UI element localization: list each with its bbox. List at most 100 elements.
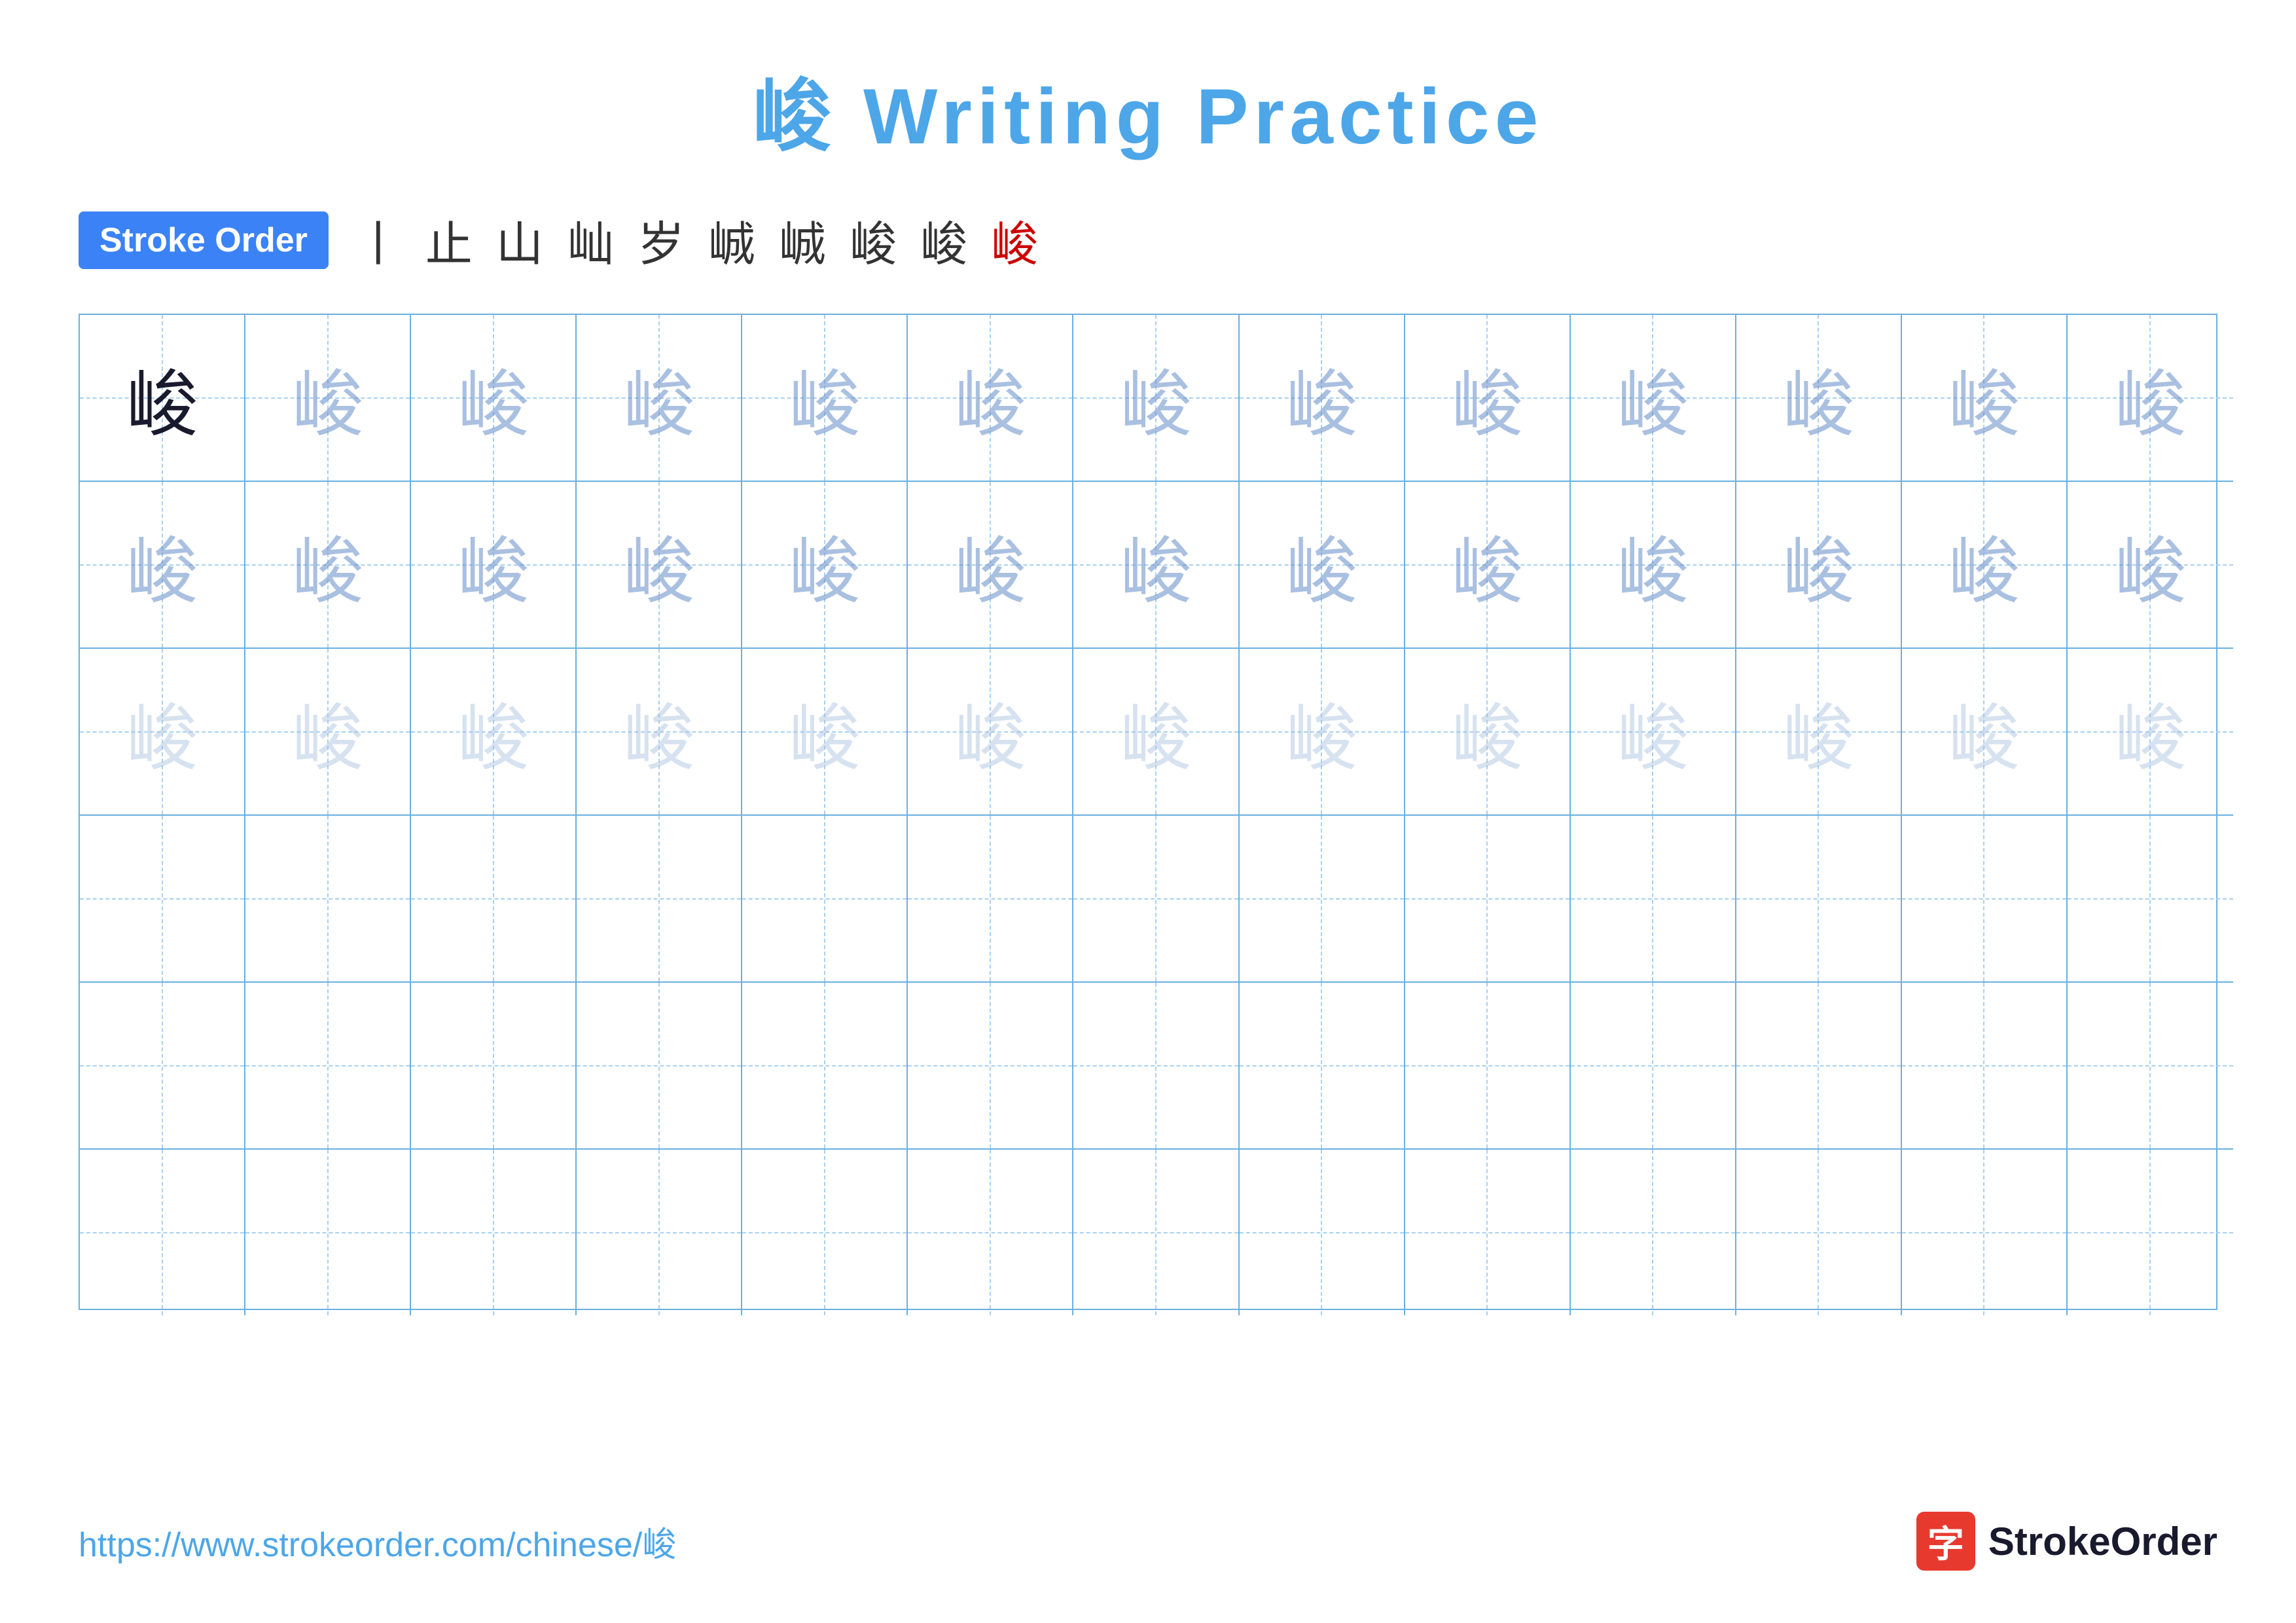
grid-cell-r5-c11[interactable] (1736, 983, 1902, 1148)
grid-cell-r6-c1[interactable] (80, 1150, 245, 1315)
grid-cell-r5-c1[interactable] (80, 983, 245, 1148)
stroke-order-badge: Stroke Order (79, 211, 329, 269)
grid-cell-r3-c11[interactable]: 峻 (1736, 649, 1902, 814)
grid-cell-r1-c1[interactable]: 峻 (80, 315, 245, 481)
grid-cell-r3-c8[interactable]: 峻 (1240, 649, 1405, 814)
grid-row-1: 峻 峻 峻 峻 峻 峻 峻 峻 峻 峻 峻 峻 峻 (80, 315, 2233, 482)
grid-cell-r6-c5[interactable] (742, 1150, 908, 1315)
grid-cell-r4-c5[interactable] (742, 816, 908, 981)
practice-grid: 峻 峻 峻 峻 峻 峻 峻 峻 峻 峻 峻 峻 峻 峻 峻 峻 峻 峻 峻 峻 … (79, 314, 2217, 1310)
grid-cell-r4-c9[interactable] (1405, 816, 1571, 981)
grid-cell-r6-c10[interactable] (1571, 1150, 1736, 1315)
grid-cell-r3-c13[interactable]: 峻 (2068, 649, 2233, 814)
grid-cell-r1-c2[interactable]: 峻 (245, 315, 411, 481)
grid-cell-r5-c7[interactable] (1073, 983, 1239, 1148)
strokeorder-logo-text: StrokeOrder (1988, 1519, 2217, 1564)
grid-cell-r2-c4[interactable]: 峻 (577, 482, 742, 647)
grid-cell-r4-c10[interactable] (1571, 816, 1736, 981)
grid-cell-r6-c12[interactable] (1902, 1150, 2068, 1315)
title-text: Writing Practice (836, 73, 1544, 160)
grid-cell-r6-c6[interactable] (908, 1150, 1073, 1315)
grid-cell-r5-c12[interactable] (1902, 983, 2068, 1148)
grid-cell-r1-c8[interactable]: 峻 (1240, 315, 1405, 481)
grid-cell-r4-c6[interactable] (908, 816, 1073, 981)
grid-cell-r1-c3[interactable]: 峻 (411, 315, 577, 481)
grid-cell-r6-c13[interactable] (2068, 1150, 2233, 1315)
grid-cell-r3-c7[interactable]: 峻 (1073, 649, 1239, 814)
grid-cell-r1-c13[interactable]: 峻 (2068, 315, 2233, 481)
grid-cell-r5-c4[interactable] (577, 983, 742, 1148)
grid-cell-r2-c13[interactable]: 峻 (2068, 482, 2233, 647)
grid-cell-r6-c7[interactable] (1073, 1150, 1239, 1315)
grid-cell-r1-c10[interactable]: 峻 (1571, 315, 1736, 481)
grid-cell-r2-c11[interactable]: 峻 (1736, 482, 1902, 647)
grid-cell-r2-c9[interactable]: 峻 (1405, 482, 1571, 647)
grid-cell-r5-c3[interactable] (411, 983, 577, 1148)
stroke-step-10: 峻 (991, 206, 1038, 274)
grid-cell-r1-c4[interactable]: 峻 (577, 315, 742, 481)
char-solid: 峻 (126, 346, 198, 450)
grid-row-2: 峻 峻 峻 峻 峻 峻 峻 峻 峻 峻 峻 峻 峻 (80, 482, 2233, 649)
footer-url[interactable]: https://www.strokeorder.com/chinese/峻 (79, 1517, 676, 1566)
grid-cell-r2-c1[interactable]: 峻 (80, 482, 245, 647)
grid-cell-r6-c3[interactable] (411, 1150, 577, 1315)
grid-cell-r5-c13[interactable] (2068, 983, 2233, 1148)
grid-cell-r2-c2[interactable]: 峻 (245, 482, 411, 647)
grid-cell-r3-c12[interactable]: 峻 (1902, 649, 2068, 814)
grid-cell-r2-c6[interactable]: 峻 (908, 482, 1073, 647)
grid-cell-r6-c2[interactable] (245, 1150, 411, 1315)
grid-cell-r2-c3[interactable]: 峻 (411, 482, 577, 647)
title-chinese-char: 峻 (753, 73, 836, 160)
grid-cell-r4-c11[interactable] (1736, 816, 1902, 981)
footer: https://www.strokeorder.com/chinese/峻 字 … (79, 1512, 2217, 1571)
grid-cell-r1-c5[interactable]: 峻 (742, 315, 908, 481)
strokeorder-logo-icon: 字 (1916, 1512, 1975, 1571)
grid-cell-r6-c11[interactable] (1736, 1150, 1902, 1315)
grid-cell-r2-c10[interactable]: 峻 (1571, 482, 1736, 647)
grid-cell-r4-c13[interactable] (2068, 816, 2233, 981)
grid-cell-r5-c2[interactable] (245, 983, 411, 1148)
stroke-step-6: 峸 (708, 206, 755, 274)
grid-cell-r2-c8[interactable]: 峻 (1240, 482, 1405, 647)
grid-cell-r2-c5[interactable]: 峻 (742, 482, 908, 647)
grid-cell-r4-c1[interactable] (80, 816, 245, 981)
stroke-step-1: 丨 (355, 206, 402, 274)
grid-cell-r4-c2[interactable] (245, 816, 411, 981)
grid-row-3: 峻 峻 峻 峻 峻 峻 峻 峻 峻 峻 峻 峻 峻 (80, 649, 2233, 816)
grid-cell-r1-c11[interactable]: 峻 (1736, 315, 1902, 481)
grid-cell-r3-c4[interactable]: 峻 (577, 649, 742, 814)
grid-cell-r4-c3[interactable] (411, 816, 577, 981)
grid-cell-r5-c6[interactable] (908, 983, 1073, 1148)
stroke-step-4: 屾 (567, 206, 614, 274)
grid-cell-r1-c9[interactable]: 峻 (1405, 315, 1571, 481)
grid-cell-r5-c5[interactable] (742, 983, 908, 1148)
grid-cell-r5-c9[interactable] (1405, 983, 1571, 1148)
grid-cell-r3-c1[interactable]: 峻 (80, 649, 245, 814)
grid-cell-r4-c4[interactable] (577, 816, 742, 981)
grid-cell-r5-c10[interactable] (1571, 983, 1736, 1148)
grid-cell-r3-c2[interactable]: 峻 (245, 649, 411, 814)
stroke-step-5: 岁 (637, 206, 685, 274)
grid-cell-r2-c7[interactable]: 峻 (1073, 482, 1239, 647)
grid-cell-r6-c8[interactable] (1240, 1150, 1405, 1315)
grid-row-4 (80, 816, 2233, 983)
grid-cell-r4-c12[interactable] (1902, 816, 2068, 981)
grid-cell-r1-c12[interactable]: 峻 (1902, 315, 2068, 481)
stroke-order-row: Stroke Order 丨 止 山 屾 岁 峸 峸 峻 峻 峻 (79, 206, 2217, 274)
grid-cell-r3-c3[interactable]: 峻 (411, 649, 577, 814)
page: 峻 Writing Practice Stroke Order 丨 止 山 屾 … (0, 0, 2296, 1623)
grid-cell-r4-c7[interactable] (1073, 816, 1239, 981)
grid-cell-r3-c9[interactable]: 峻 (1405, 649, 1571, 814)
grid-cell-r1-c7[interactable]: 峻 (1073, 315, 1239, 481)
grid-cell-r4-c8[interactable] (1240, 816, 1405, 981)
stroke-sequence: 丨 止 山 屾 岁 峸 峸 峻 峻 峻 (355, 206, 1038, 274)
grid-cell-r3-c5[interactable]: 峻 (742, 649, 908, 814)
grid-cell-r6-c4[interactable] (577, 1150, 742, 1315)
grid-cell-r3-c6[interactable]: 峻 (908, 649, 1073, 814)
grid-cell-r3-c10[interactable]: 峻 (1571, 649, 1736, 814)
grid-cell-r2-c12[interactable]: 峻 (1902, 482, 2068, 647)
grid-cell-r6-c9[interactable] (1405, 1150, 1571, 1315)
grid-cell-r5-c8[interactable] (1240, 983, 1405, 1148)
stroke-step-3: 山 (496, 206, 543, 274)
grid-cell-r1-c6[interactable]: 峻 (908, 315, 1073, 481)
